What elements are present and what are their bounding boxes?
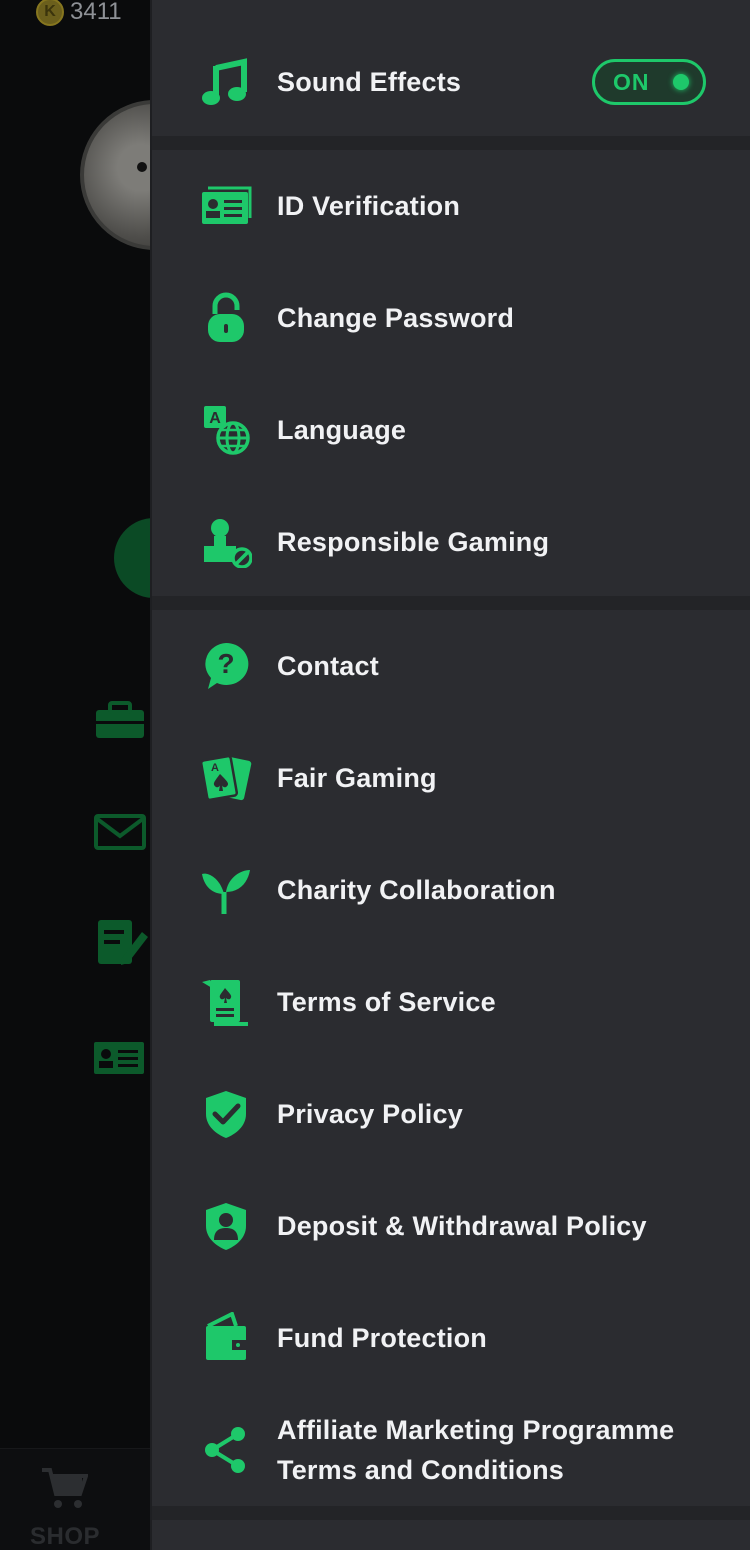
lock-icon xyxy=(200,292,252,344)
shield-check-icon xyxy=(200,1088,252,1140)
svg-text:A: A xyxy=(209,410,221,427)
section-divider xyxy=(152,136,750,150)
playing-cards-icon: A xyxy=(200,752,252,804)
settings-panel: Sound Effects ON ID Verification Change … xyxy=(150,0,750,1550)
id-card-icon xyxy=(92,1036,148,1076)
menu-item-label: Charity Collaboration xyxy=(277,875,556,905)
music-note-icon xyxy=(200,56,252,108)
toggle-state-text: ON xyxy=(613,68,650,95)
menu-item-contact[interactable]: ? Contact xyxy=(152,610,750,722)
wallet-icon xyxy=(200,1312,252,1364)
menu-item-label: Responsible Gaming xyxy=(277,527,550,557)
language-globe-icon: A xyxy=(200,404,252,456)
share-icon xyxy=(200,1424,252,1476)
menu-item-charity-collaboration[interactable]: Charity Collaboration xyxy=(152,834,750,946)
menu-item-label: Change Password xyxy=(277,303,515,333)
document-icon xyxy=(200,976,252,1028)
menu-item-terms-of-service[interactable]: Terms of Service xyxy=(152,946,750,1058)
section-divider xyxy=(152,596,750,610)
coin-balance: K 3411 xyxy=(36,0,122,26)
menu-item-label: Deposit & Withdrawal Policy xyxy=(277,1211,647,1241)
menu-item-id-verification[interactable]: ID Verification xyxy=(152,150,750,262)
menu-item-label-line2: Terms and Conditions xyxy=(277,1455,565,1485)
coin-amount: 3411 xyxy=(70,0,122,25)
mail-icon xyxy=(92,812,148,852)
user-block-icon xyxy=(200,516,252,568)
menu-item-language[interactable]: A Language xyxy=(152,374,750,486)
shield-user-icon xyxy=(200,1200,252,1252)
sound-effects-row: Sound Effects ON xyxy=(152,26,750,138)
background-screen: K 3411 SHOP xyxy=(0,0,150,1550)
background-button xyxy=(114,518,150,598)
menu-item-label: Affiliate Marketing Programme Terms and … xyxy=(277,1410,674,1490)
svg-text:?: ? xyxy=(217,648,234,679)
menu-item-label: Privacy Policy xyxy=(277,1099,463,1129)
svg-text:A: A xyxy=(211,762,219,774)
menu-item-privacy-policy[interactable]: Privacy Policy xyxy=(152,1058,750,1170)
menu-item-label: Language xyxy=(277,415,407,445)
menu-item-affiliate-terms[interactable]: Affiliate Marketing Programme Terms and … xyxy=(152,1394,750,1506)
sound-effects-label: Sound Effects xyxy=(277,67,462,97)
help-bubble-icon: ? xyxy=(200,640,252,692)
briefcase-icon xyxy=(92,700,148,740)
shop-label: SHOP xyxy=(30,1523,101,1550)
menu-item-deposit-withdrawal-policy[interactable]: Deposit & Withdrawal Policy xyxy=(152,1170,750,1282)
sprout-icon xyxy=(200,864,252,916)
menu-item-change-password[interactable]: Change Password xyxy=(152,262,750,374)
menu-item-label: Contact xyxy=(277,651,379,681)
menu-item-label: Fund Protection xyxy=(277,1323,487,1353)
menu-item-label-line1: Affiliate Marketing Programme xyxy=(277,1415,675,1445)
toggle-knob xyxy=(673,74,689,90)
menu-item-label: Terms of Service xyxy=(277,987,496,1017)
sound-effects-toggle[interactable]: ON xyxy=(592,59,706,105)
menu-item-responsible-gaming[interactable]: Responsible Gaming xyxy=(152,486,750,598)
menu-item-fair-gaming[interactable]: A Fair Gaming xyxy=(152,722,750,834)
section-divider xyxy=(152,1506,750,1520)
menu-item-label: Fair Gaming xyxy=(277,763,437,793)
menu-item-label: ID Verification xyxy=(277,191,461,221)
id-card-icon xyxy=(200,180,252,232)
edit-note-icon xyxy=(92,918,148,968)
avatar xyxy=(80,100,150,250)
cart-icon xyxy=(40,1466,89,1510)
coin-icon: K xyxy=(36,0,64,26)
menu-item-fund-protection[interactable]: Fund Protection xyxy=(152,1282,750,1394)
